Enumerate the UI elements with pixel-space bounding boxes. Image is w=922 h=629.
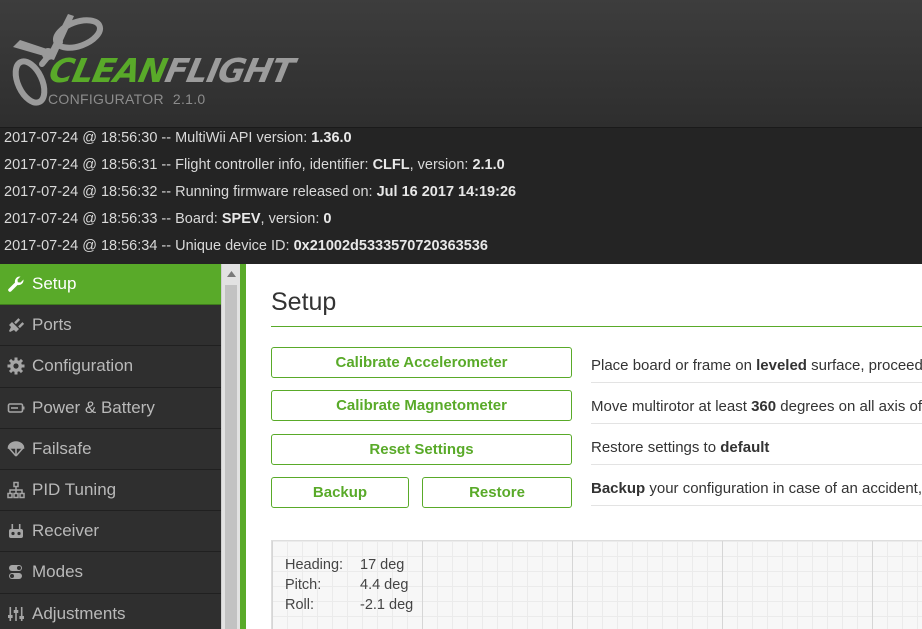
calibrate-magnetometer-description: Move multirotor at least 360 degrees on … [591, 390, 922, 424]
sidebar-item-label: Failsafe [32, 438, 92, 458]
reset-settings-button[interactable]: Reset Settings [271, 434, 572, 465]
sitemap-icon [7, 481, 25, 499]
log-line: 2017-07-24 @ 18:56:31 -- Flight controll… [4, 157, 505, 173]
heading-label: Heading: [285, 557, 344, 573]
title-divider [271, 326, 922, 327]
page-title: Setup [271, 288, 337, 316]
toggles-icon [7, 563, 25, 581]
sidebar-item-label: PID Tuning [32, 480, 117, 500]
sidebar-item-label: Adjustments [32, 603, 126, 623]
calibrate-accelerometer-button[interactable]: Calibrate Accelerometer [271, 347, 572, 378]
configurator-version: CONFIGURATOR 2.1.0 [48, 91, 206, 107]
plug-icon [7, 316, 25, 334]
sidebar-nav: Setup Ports Configuration Power & Batter… [0, 264, 221, 629]
reset-settings-description: Restore settings to default [591, 431, 922, 465]
app-window: CLEANFLIGHT CONFIGURATOR 2.1.0 2017-07-24… [0, 0, 922, 629]
calibrate-magnetometer-button[interactable]: Calibrate Magnetometer [271, 390, 572, 421]
scrollbar-thumb[interactable] [225, 285, 237, 629]
sidebar-item-setup[interactable]: Setup [0, 264, 221, 306]
sidebar-item-configuration[interactable]: Configuration [0, 346, 221, 388]
sliders-icon [7, 605, 25, 623]
sidebar-item-power-battery[interactable]: Power & Battery [0, 388, 221, 429]
setup-content: Setup Calibrate Accelerometer Calibrate … [246, 264, 922, 629]
version-number: 2.1.0 [172, 91, 206, 107]
sidebar-item-pid-tuning[interactable]: PID Tuning [0, 470, 221, 512]
pitch-label: Pitch: [285, 577, 322, 593]
sidebar-item-label: Ports [32, 315, 72, 335]
roll-value: -2.1 deg [360, 597, 414, 613]
sidebar-item-label: Receiver [32, 521, 100, 541]
log-line: 2017-07-24 @ 18:56:33 -- Board: SPEV, ve… [4, 211, 332, 227]
heading-value: 17 deg [360, 557, 405, 573]
backup-restore-description: Backup your configuration in case of an … [591, 472, 922, 506]
scroll-up-arrow-icon[interactable] [222, 264, 240, 284]
sidebar-item-label: Configuration [32, 356, 134, 376]
sidebar-item-adjustments[interactable]: Adjustments [0, 594, 221, 629]
roll-label: Roll: [285, 597, 315, 613]
log-line: 2017-07-24 @ 18:56:30 -- MultiWii API ve… [4, 130, 352, 146]
remote-control-icon [7, 522, 25, 540]
sidebar-item-modes[interactable]: Modes [0, 552, 221, 594]
header: CLEANFLIGHT CONFIGURATOR 2.1.0 [0, 0, 922, 127]
logo-text-clean: CLEAN [45, 51, 171, 90]
log-line: 2017-07-24 @ 18:56:34 -- Unique device I… [4, 238, 488, 254]
wrench-icon [7, 275, 25, 293]
status-log[interactable]: 2017-07-24 @ 18:56:30 -- MultiWii API ve… [0, 127, 922, 264]
attitude-readout: Heading: 17 deg Pitch: 4.4 deg Roll: -2.1 d… [285, 555, 413, 615]
battery-icon [7, 399, 25, 417]
sidebar-item-label: Power & Battery [32, 397, 155, 417]
sidebar-item-ports[interactable]: Ports [0, 305, 221, 347]
configurator-label: CONFIGURATOR [48, 91, 164, 107]
sidebar-item-receiver[interactable]: Receiver [0, 511, 221, 553]
pitch-value: 4.4 deg [360, 577, 409, 593]
parachute-icon [7, 440, 25, 458]
logo-text-flight: FLIGHT [161, 51, 298, 90]
sidebar-scrollbar[interactable] [221, 264, 240, 629]
restore-button[interactable]: Restore [422, 477, 572, 508]
sidebar-item-label: Setup [32, 274, 77, 294]
calibrate-accelerometer-description: Place board or frame on leveled surface,… [591, 349, 922, 383]
gear-icon [7, 357, 25, 375]
log-line: 2017-07-24 @ 18:56:32 -- Running firmwar… [4, 184, 517, 200]
sidebar-item-label: Modes [32, 562, 84, 582]
backup-button[interactable]: Backup [271, 477, 409, 508]
sidebar-item-failsafe[interactable]: Failsafe [0, 429, 221, 470]
logo-wordmark: CLEANFLIGHT [46, 51, 297, 90]
model-preview-panel: Heading: 17 deg Pitch: 4.4 deg Roll: -2.1 d… [271, 540, 922, 629]
